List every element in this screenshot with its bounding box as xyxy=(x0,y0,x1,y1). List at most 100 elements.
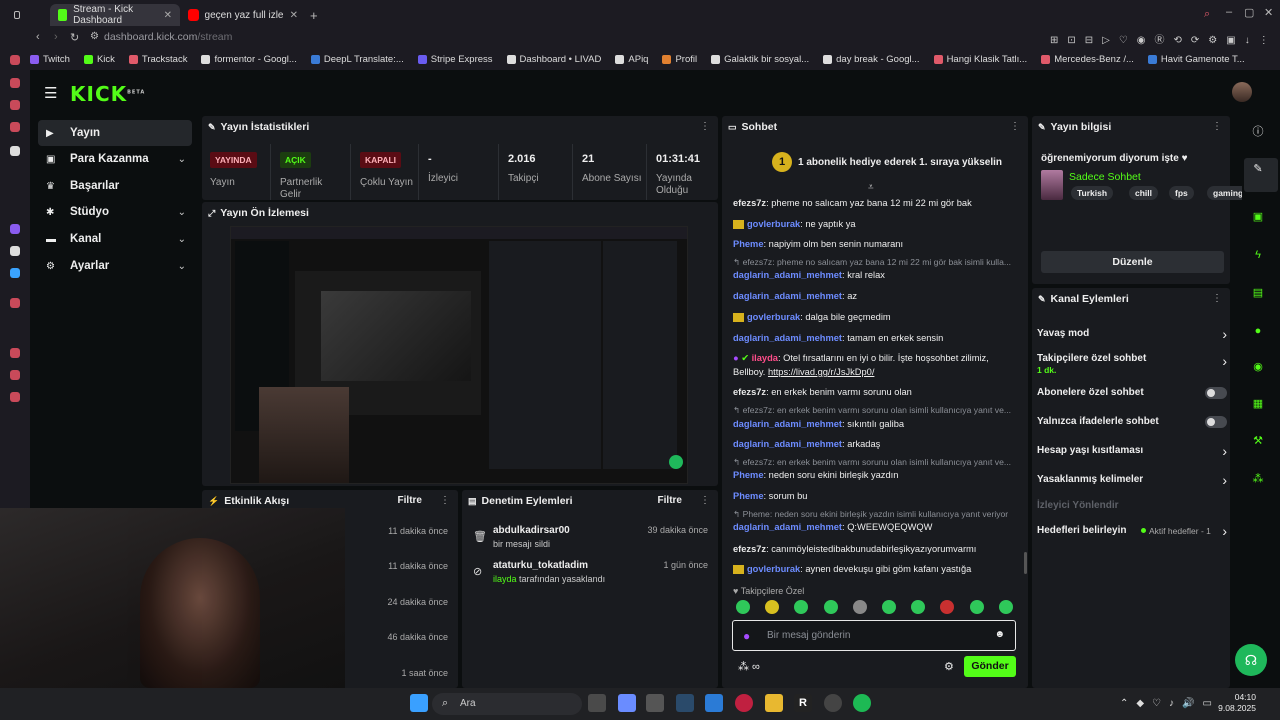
moderation-filter-button[interactable]: Filtre xyxy=(658,495,682,506)
reply-context[interactable]: ↰ Pheme: neden soru ekini birleşik yazdı… xyxy=(733,509,1018,520)
chat-link[interactable]: https://livad.gg/r/JsJkDp0/ xyxy=(768,367,874,377)
sidebar-icon[interactable] xyxy=(10,55,20,65)
document-icon[interactable]: ▤ xyxy=(1252,287,1264,299)
more-icon[interactable]: ⋮ xyxy=(440,495,450,506)
chat-message[interactable]: daglarin_adami_mehmet: sıkıntılı galiba xyxy=(733,418,1018,430)
chat-message[interactable]: daglarin_adami_mehmet: arkadaş xyxy=(733,438,1018,450)
pinned-promo[interactable]: 1 abonelik hediye ederek 1. sıraya yükse… xyxy=(798,157,1002,168)
channel-action-5[interactable]: Hesap yaşı kısıtlaması › xyxy=(1037,443,1227,459)
chat-message[interactable]: daglarin_adami_mehmet: kral relax xyxy=(733,269,1018,281)
bookmark-item[interactable]: Havit Gamenote T... xyxy=(1147,54,1245,65)
bookmark-item[interactable]: Twitch xyxy=(30,54,70,65)
nav-item-gear[interactable]: ⚙ Ayarlar ⌄ xyxy=(38,253,192,279)
bookmark-item[interactable]: Hangi Klasik Tatlı... xyxy=(933,54,1027,65)
address-bar[interactable]: dashboard.kick.com/stream xyxy=(104,29,1134,45)
channel-action-1[interactable]: Yavaş mod › xyxy=(1037,326,1227,342)
nav-item-video[interactable]: ▶ Yayın xyxy=(38,120,192,146)
emote-icon[interactable] xyxy=(823,600,838,614)
nav-item-tv[interactable]: ▬ Kanal ⌄ xyxy=(38,226,192,252)
toggle-switch[interactable] xyxy=(1205,387,1227,399)
search-icon[interactable]: ⌕ xyxy=(1204,8,1210,21)
chat-settings-icon[interactable]: ⚙ xyxy=(944,660,954,673)
opera-icon[interactable] xyxy=(735,694,753,712)
more-icon[interactable]: ⋮ xyxy=(700,121,710,132)
new-tab-button[interactable]: + xyxy=(310,8,318,23)
tab-kick-dashboard[interactable]: Stream - Kick Dashboard ✕ xyxy=(50,4,180,26)
chat-username[interactable]: Pheme xyxy=(733,470,764,480)
minimize-button[interactable]: – xyxy=(1226,6,1232,18)
chat-message[interactable]: Pheme: napiyim olm ben senin numaranı xyxy=(733,238,1018,250)
bookmark-item[interactable]: Stripe Express xyxy=(417,54,493,65)
chat-input[interactable]: ● Bir mesaj gönderin ☻ xyxy=(732,620,1016,651)
chat-message[interactable]: efezs7z: canımöyleistedibakbunudabirleşi… xyxy=(733,543,1018,555)
bookmark-item[interactable]: formentor - Googl... xyxy=(201,54,297,65)
bookmark-item[interactable]: Mercedes-Benz /... xyxy=(1041,54,1134,65)
forward-button[interactable]: › xyxy=(54,31,58,43)
bookmark-item[interactable]: DeepL Translate:... xyxy=(310,54,404,65)
site-info-icon[interactable]: ⚙ xyxy=(90,31,99,42)
emote-icon[interactable] xyxy=(998,600,1013,614)
chat-username[interactable]: efezs7z xyxy=(733,198,766,208)
reply-context[interactable]: ↰ efezs7z: en erkek benim varmı sorunu o… xyxy=(733,405,1018,416)
sidebar-icon[interactable] xyxy=(10,348,20,358)
snip-icon[interactable] xyxy=(646,694,664,712)
reply-context[interactable]: ↰ efezs7z: en erkek benim varmı sorunu o… xyxy=(733,457,1018,468)
taskview-icon[interactable] xyxy=(588,694,606,712)
bookmark-item[interactable]: Profil xyxy=(662,54,697,65)
telegram-icon[interactable] xyxy=(10,268,20,278)
chat-username[interactable]: Pheme xyxy=(733,491,764,501)
tools-icon[interactable]: ⚒ xyxy=(1252,435,1264,447)
bookmark-item[interactable]: Kick xyxy=(83,54,115,65)
sidebar-icon[interactable] xyxy=(10,298,20,308)
channel-action-3[interactable]: Abonelere özel sohbet xyxy=(1037,387,1227,401)
chat-username[interactable]: govlerburak xyxy=(747,312,800,322)
obs-icon[interactable] xyxy=(824,694,842,712)
reply-context[interactable]: ↰ efezs7z: pheme no salıcam yaz bana 12 … xyxy=(733,257,1018,268)
stream-tag[interactable]: chill xyxy=(1129,186,1159,200)
layout-icon[interactable]: ▦ xyxy=(1252,398,1264,410)
nav-item-studio[interactable]: ✱ Stüdyo ⌄ xyxy=(38,199,192,225)
spotify-icon[interactable] xyxy=(853,694,871,712)
tab-list-button[interactable] xyxy=(6,4,28,26)
emote-icon[interactable] xyxy=(736,600,750,614)
chat-username[interactable]: daglarin_adami_mehmet xyxy=(733,522,842,532)
x-icon[interactable] xyxy=(10,246,20,256)
emote-icon[interactable] xyxy=(852,600,867,614)
tab-youtube[interactable]: geçen yaz full izle - YouTube ✕ xyxy=(180,4,306,26)
emoji-icon[interactable]: ☻ xyxy=(994,629,1005,640)
menu-icon[interactable]: ☰ xyxy=(44,84,57,102)
mic-icon[interactable]: ● xyxy=(743,629,750,643)
sidebar-icon[interactable] xyxy=(10,78,20,88)
chat-message[interactable]: efezs7z: pheme no salıcam yaz bana 12 mi… xyxy=(733,197,1018,209)
broadcast-icon[interactable]: ◉ xyxy=(1252,361,1264,373)
explorer-icon[interactable] xyxy=(765,694,783,712)
more-icon[interactable]: ⋮ xyxy=(700,495,710,506)
chat-message[interactable]: govlerburak: aynen devekuşu gibi göm kaf… xyxy=(733,563,1018,575)
chat-message[interactable]: efezs7z: en erkek benim varmı sorunu ola… xyxy=(733,386,1018,398)
chat-username[interactable]: efezs7z xyxy=(733,544,766,554)
chat-tools-icon[interactable]: ⁂ ∞ xyxy=(738,660,760,673)
copilot-icon[interactable] xyxy=(618,694,636,712)
more-icon[interactable]: ⋮ xyxy=(1212,121,1222,132)
more-icon[interactable]: ⋮ xyxy=(1212,293,1222,304)
edit-icon[interactable]: ✎ xyxy=(1252,163,1264,175)
chat-username[interactable]: daglarin_adami_mehmet xyxy=(733,439,842,449)
chat-message[interactable]: daglarin_adami_mehmet: az xyxy=(733,290,1018,302)
stream-tag[interactable]: Turkish xyxy=(1071,186,1114,200)
chat-message[interactable]: Pheme: neden soru ekini birleşik yazdın xyxy=(733,469,1018,481)
sidebar-icon[interactable] xyxy=(10,100,20,110)
collapse-icon[interactable]: ⩡ xyxy=(868,182,874,193)
channel-action-6[interactable]: Yasaklanmış kelimeler › xyxy=(1037,472,1227,488)
activity-filter-button[interactable]: Filtre xyxy=(398,495,422,506)
bookmark-item[interactable]: Trackstack xyxy=(128,54,187,65)
chat-username[interactable]: daglarin_adami_mehmet xyxy=(733,419,842,429)
chat-message[interactable]: ● ✔ ilayda: Otel fırsatlarını en iyi o b… xyxy=(733,352,1018,364)
close-window-button[interactable]: ✕ xyxy=(1264,6,1273,19)
rockstar-icon[interactable]: R xyxy=(794,694,812,712)
system-tray[interactable]: ⌃◆♡♪🔊▭ xyxy=(1120,698,1220,709)
maximize-button[interactable]: ▢ xyxy=(1244,6,1254,19)
chat-message[interactable]: Pheme: sorum bu xyxy=(733,490,1018,502)
steam-icon[interactable] xyxy=(676,694,694,712)
chat-username[interactable]: Pheme xyxy=(733,239,764,249)
back-button[interactable]: ‹ xyxy=(36,31,40,43)
